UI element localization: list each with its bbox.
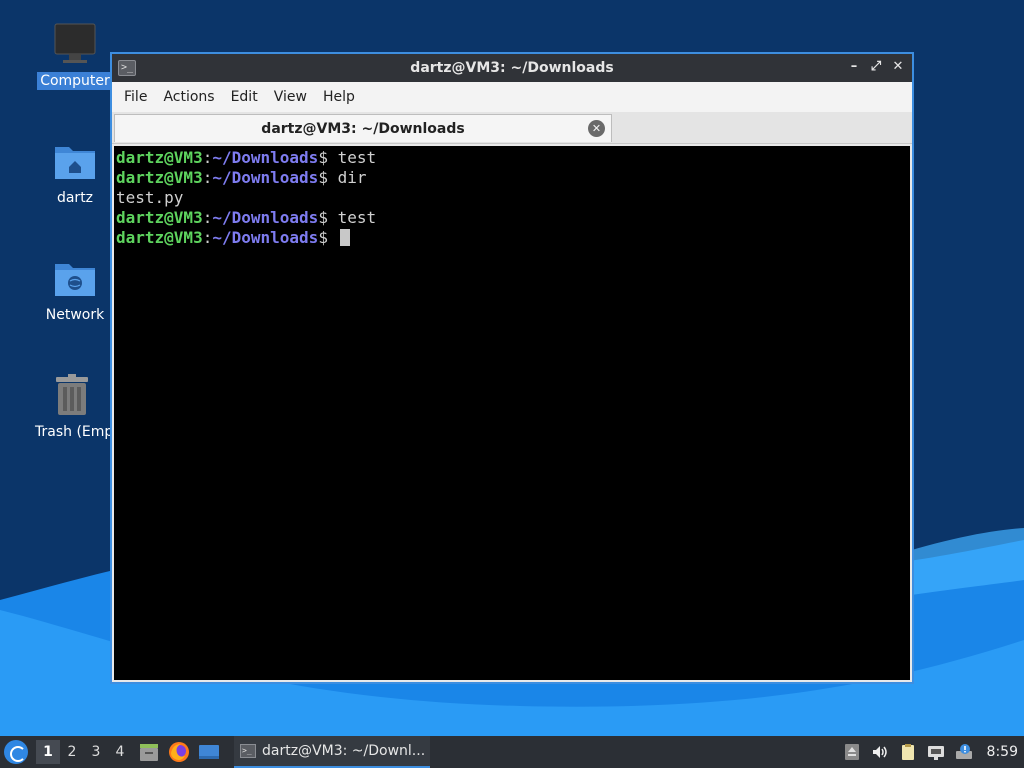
home-folder-icon xyxy=(53,139,97,183)
eject-icon[interactable] xyxy=(843,743,861,761)
tab-bar: dartz@VM3: ~/Downloads ✕ xyxy=(112,112,912,144)
workspace-4[interactable]: 4 xyxy=(108,740,132,764)
terminal-line: dartz@VM3:~/Downloads$ test xyxy=(116,208,377,227)
tab-label: dartz@VM3: ~/Downloads xyxy=(261,120,465,137)
terminal-line: dartz@VM3:~/Downloads$ dir xyxy=(116,168,367,187)
clock[interactable]: 8:59 xyxy=(987,744,1018,760)
terminal-app-icon: >_ xyxy=(240,744,256,758)
tab-terminal[interactable]: dartz@VM3: ~/Downloads ✕ xyxy=(114,114,612,142)
file-manager-icon[interactable] xyxy=(138,741,160,763)
trash-icon xyxy=(50,373,94,417)
desktop-icon-label: dartz xyxy=(56,190,94,206)
workspace-2[interactable]: 2 xyxy=(60,740,84,764)
menu-file[interactable]: File xyxy=(116,85,155,109)
desktop-icon-label: Network xyxy=(45,307,105,323)
volume-icon[interactable] xyxy=(871,743,889,761)
terminal-window: >_ dartz@VM3: ~/Downloads – ⤢ ✕ File Act… xyxy=(110,52,914,684)
terminal-line: test.py xyxy=(116,188,184,207)
firefox-icon[interactable] xyxy=(168,741,190,763)
window-title: dartz@VM3: ~/Downloads xyxy=(410,60,614,76)
minimize-button[interactable]: – xyxy=(846,58,862,76)
workspace-switcher: 1 2 3 4 xyxy=(36,740,132,764)
network-folder-icon xyxy=(53,256,97,300)
tab-close-icon[interactable]: ✕ xyxy=(588,120,605,137)
desktop-icon-trash[interactable]: Trash (Empt xyxy=(32,373,119,441)
menu-actions[interactable]: Actions xyxy=(155,85,222,109)
clipboard-icon[interactable] xyxy=(899,743,917,761)
start-menu-icon[interactable] xyxy=(4,740,28,764)
menu-bar: File Actions Edit View Help xyxy=(112,82,912,112)
close-button[interactable]: ✕ xyxy=(890,58,906,76)
desktop-icon-label: Computer xyxy=(37,72,113,90)
desktop-icon-computer[interactable]: Computer xyxy=(37,22,113,90)
menu-edit[interactable]: Edit xyxy=(223,85,266,109)
window-titlebar[interactable]: >_ dartz@VM3: ~/Downloads – ⤢ ✕ xyxy=(112,54,912,82)
task-label: dartz@VM3: ~/Downl... xyxy=(262,743,426,759)
quick-launch xyxy=(138,741,220,763)
menu-view[interactable]: View xyxy=(266,85,315,109)
taskbar: 1 2 3 4 >_ dartz@VM3: ~/Downl... 8:59 xyxy=(0,736,1024,768)
text-cursor xyxy=(339,229,350,246)
terminal-output[interactable]: dartz@VM3:~/Downloads$ test dartz@VM3:~/… xyxy=(114,146,910,680)
workspace-1[interactable]: 1 xyxy=(36,740,60,764)
terminal-app-icon: >_ xyxy=(118,60,136,76)
workspace-3[interactable]: 3 xyxy=(84,740,108,764)
system-tray: 8:59 xyxy=(843,743,1024,761)
desktop-icon-network[interactable]: Network xyxy=(37,256,113,324)
menu-help[interactable]: Help xyxy=(315,85,363,109)
network-icon[interactable] xyxy=(927,743,945,761)
desktop-icon-label: Trash (Empt xyxy=(35,424,119,440)
notification-icon[interactable] xyxy=(955,743,973,761)
computer-icon xyxy=(53,22,97,66)
terminal-line: dartz@VM3:~/Downloads$ xyxy=(116,228,908,248)
desktop-icon-home[interactable]: dartz xyxy=(37,139,113,207)
taskbar-task-terminal[interactable]: >_ dartz@VM3: ~/Downl... xyxy=(234,736,430,768)
show-desktop-icon[interactable] xyxy=(198,741,220,763)
terminal-line: dartz@VM3:~/Downloads$ test xyxy=(116,148,377,167)
maximize-button[interactable]: ⤢ xyxy=(868,58,884,76)
